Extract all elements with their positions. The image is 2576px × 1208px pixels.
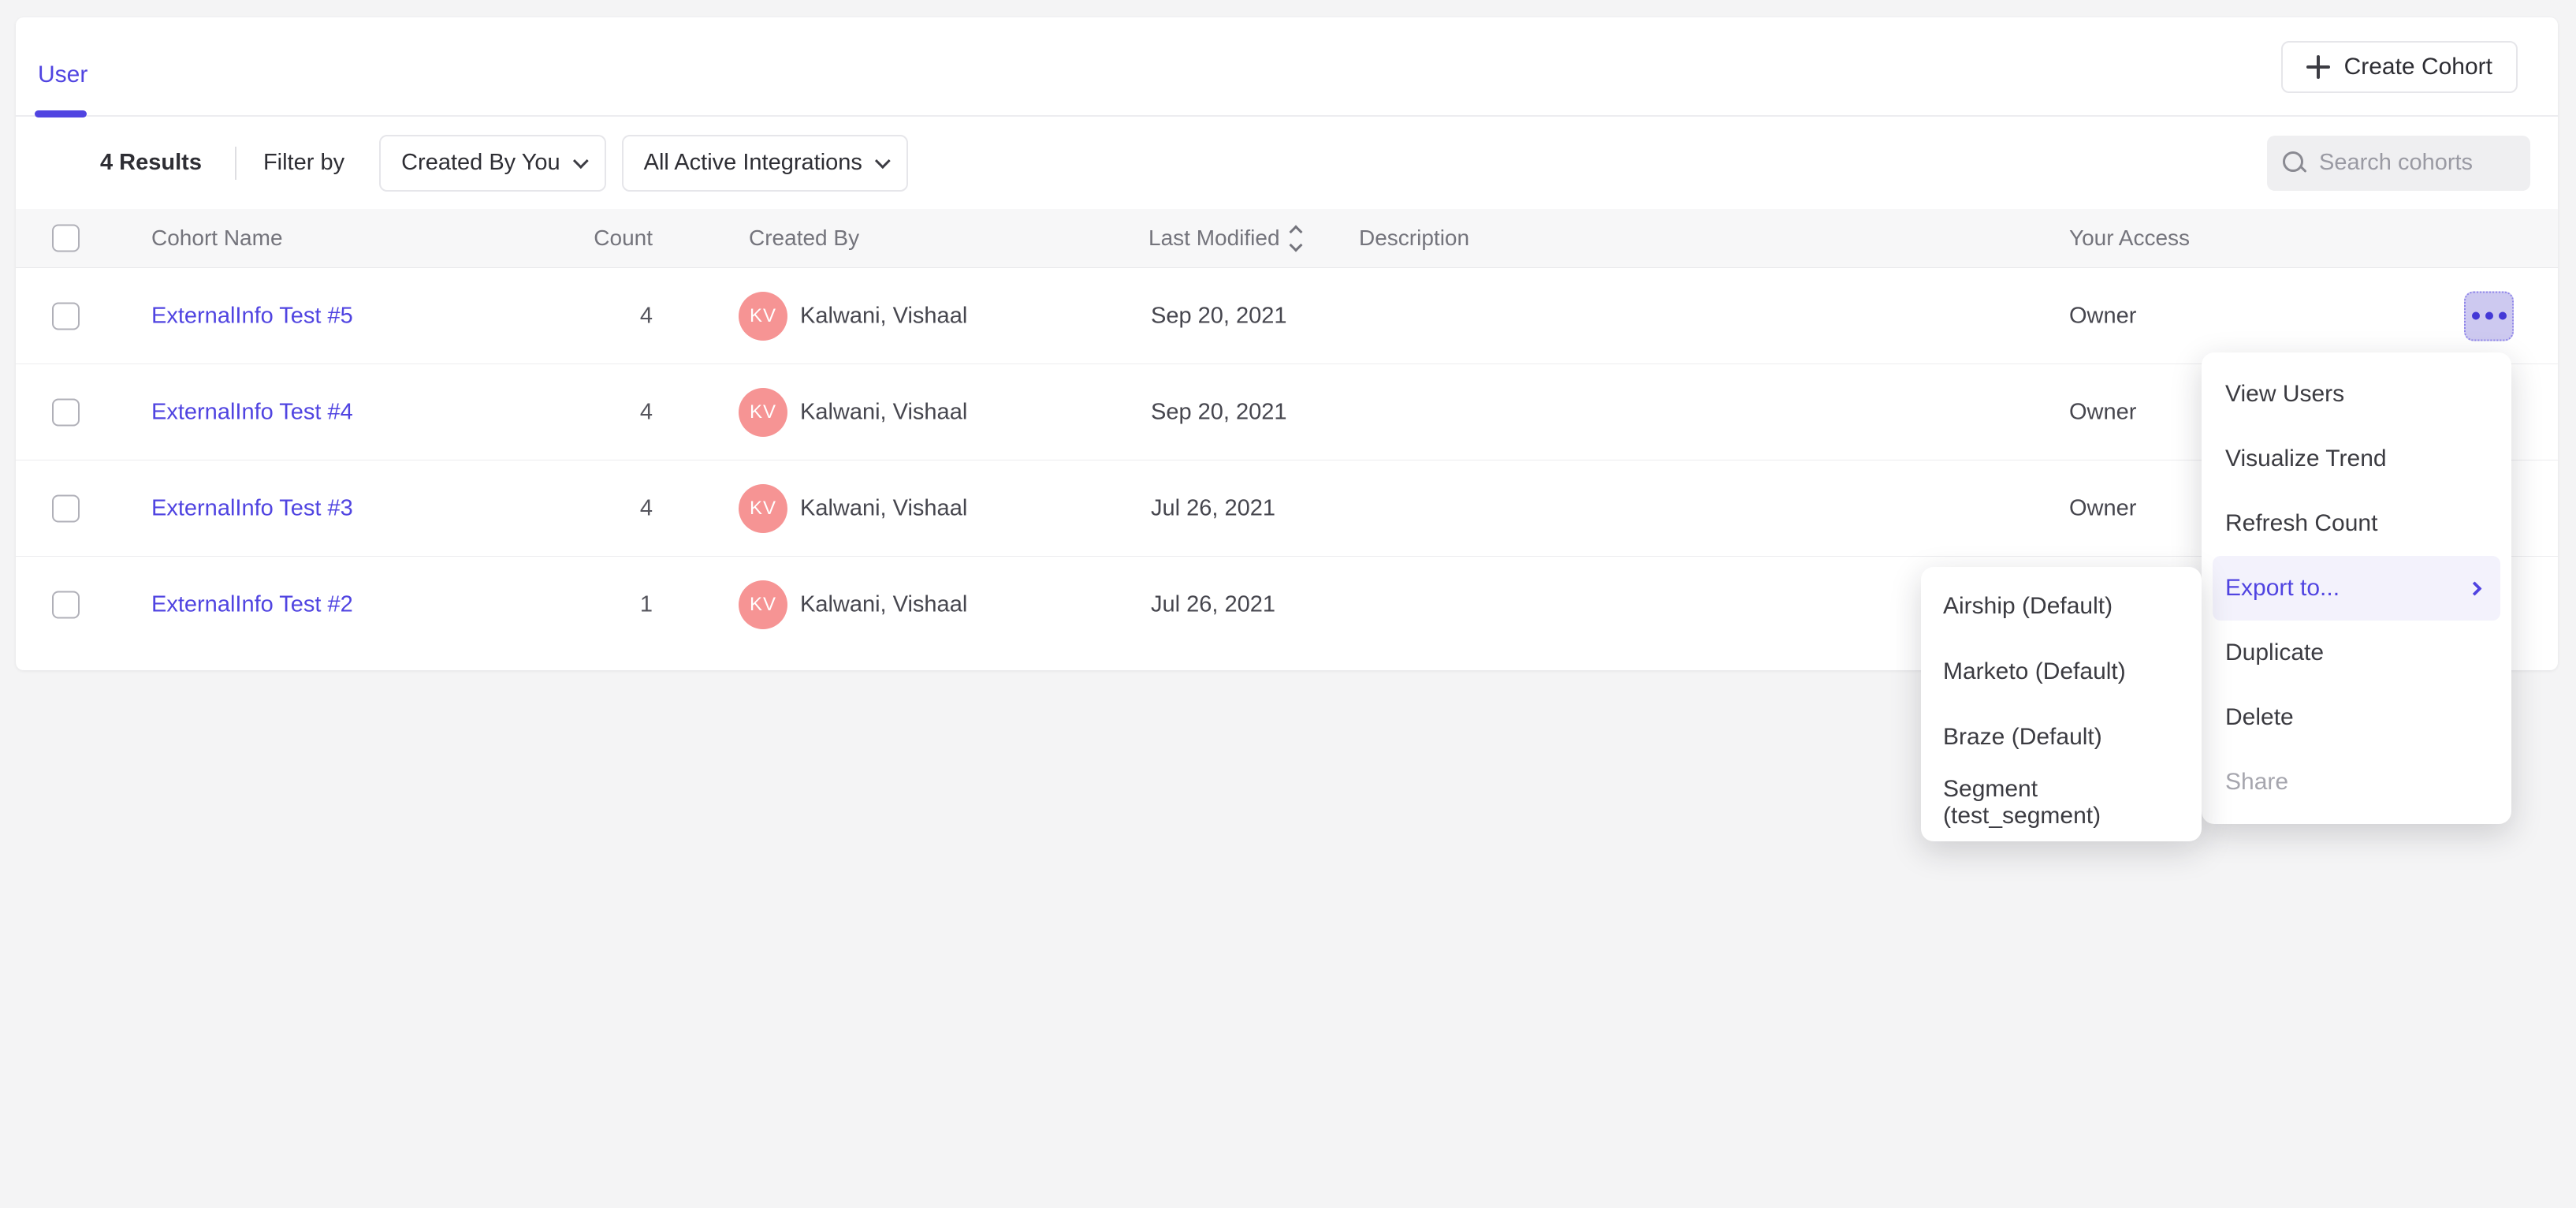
search-input[interactable] bbox=[2319, 150, 2576, 176]
create-cohort-button[interactable]: Create Cohort bbox=[2281, 41, 2518, 93]
export-submenu: Airship (Default) Marketo (Default) Braz… bbox=[1921, 567, 2202, 841]
submenu-item-braze[interactable]: Braze (Default) bbox=[1921, 704, 2202, 770]
last-modified-date: Sep 20, 2021 bbox=[1151, 303, 1287, 329]
cohort-name-link[interactable]: ExternalInfo Test #3 bbox=[151, 495, 353, 521]
cohort-name-link[interactable]: ExternalInfo Test #4 bbox=[151, 399, 353, 425]
cohort-context-menu: View Users Visualize Trend Refresh Count… bbox=[2202, 352, 2511, 824]
cohort-name-link[interactable]: ExternalInfo Test #5 bbox=[151, 303, 353, 329]
avatar: KV bbox=[739, 292, 787, 341]
results-count: 4 Results bbox=[100, 150, 202, 176]
creator-name: Kalwani, Vishaal bbox=[800, 303, 967, 329]
menu-item-export-to[interactable]: Export to... bbox=[2213, 556, 2500, 621]
creator-name: Kalwani, Vishaal bbox=[800, 592, 967, 618]
column-header-created-by: Created By bbox=[749, 226, 859, 251]
last-modified-date: Sep 20, 2021 bbox=[1151, 399, 1287, 425]
row-checkbox[interactable] bbox=[52, 494, 80, 522]
row-checkbox[interactable] bbox=[52, 398, 80, 426]
column-header-your-access: Your Access bbox=[2069, 226, 2190, 251]
table-row: ExternalInfo Test #5 4 KV Kalwani, Visha… bbox=[16, 268, 2558, 364]
avatar: KV bbox=[739, 484, 787, 533]
last-modified-label: Last Modified bbox=[1148, 226, 1280, 251]
column-header-count: Count bbox=[489, 226, 653, 251]
toolbar-divider bbox=[235, 147, 236, 180]
cohort-name-link[interactable]: ExternalInfo Test #2 bbox=[151, 592, 353, 618]
chevron-down-icon bbox=[573, 153, 589, 169]
row-checkbox[interactable] bbox=[52, 302, 80, 330]
cohort-count: 4 bbox=[489, 495, 653, 521]
submenu-item-marketo[interactable]: Marketo (Default) bbox=[1921, 639, 2202, 704]
access-level: Owner bbox=[2069, 399, 2136, 425]
plus-icon bbox=[2306, 55, 2330, 79]
search-icon bbox=[2283, 151, 2306, 175]
search-cohorts-box[interactable] bbox=[2267, 136, 2530, 191]
table-row: ExternalInfo Test #3 4 KV Kalwani, Visha… bbox=[16, 460, 2558, 557]
integrations-filter-dropdown[interactable]: All Active Integrations bbox=[622, 135, 908, 192]
export-to-label: Export to... bbox=[2225, 575, 2340, 602]
create-cohort-label: Create Cohort bbox=[2344, 54, 2492, 80]
column-header-description: Description bbox=[1359, 226, 1469, 251]
table-row: ExternalInfo Test #4 4 KV Kalwani, Visha… bbox=[16, 364, 2558, 460]
cohort-count: 1 bbox=[489, 592, 653, 618]
submenu-item-segment[interactable]: Segment (test_segment) bbox=[1921, 770, 2202, 835]
last-modified-date: Jul 26, 2021 bbox=[1151, 495, 1275, 521]
menu-item-visualize-trend[interactable]: Visualize Trend bbox=[2202, 427, 2511, 491]
last-modified-date: Jul 26, 2021 bbox=[1151, 592, 1275, 618]
column-header-cohort-name: Cohort Name bbox=[151, 226, 283, 251]
more-options-button[interactable] bbox=[2464, 291, 2514, 341]
chevron-down-icon bbox=[875, 153, 891, 169]
submenu-item-airship[interactable]: Airship (Default) bbox=[1921, 573, 2202, 639]
menu-item-delete[interactable]: Delete bbox=[2202, 685, 2511, 750]
toolbar: 4 Results Filter by Created By You All A… bbox=[16, 117, 2558, 209]
created-by-filter-dropdown[interactable]: Created By You bbox=[379, 135, 606, 192]
menu-item-share: Share bbox=[2202, 750, 2511, 815]
table-header: Cohort Name Count Created By Last Modifi… bbox=[16, 209, 2558, 268]
column-header-last-modified[interactable]: Last Modified bbox=[1148, 226, 1301, 251]
access-level: Owner bbox=[2069, 303, 2136, 329]
access-level: Owner bbox=[2069, 495, 2136, 521]
menu-item-refresh-count[interactable]: Refresh Count bbox=[2202, 491, 2511, 556]
creator-name: Kalwani, Vishaal bbox=[800, 399, 967, 425]
menu-item-view-users[interactable]: View Users bbox=[2202, 362, 2511, 427]
integrations-filter-value: All Active Integrations bbox=[644, 150, 862, 176]
menu-item-duplicate[interactable]: Duplicate bbox=[2202, 621, 2511, 685]
row-checkbox[interactable] bbox=[52, 591, 80, 619]
tab-bar: User Create Cohort bbox=[16, 17, 2558, 117]
avatar: KV bbox=[739, 388, 787, 437]
select-all-checkbox[interactable] bbox=[52, 225, 80, 252]
tab-user[interactable]: User bbox=[38, 62, 87, 88]
avatar: KV bbox=[739, 580, 787, 629]
filter-by-label: Filter by bbox=[263, 150, 344, 176]
created-by-filter-value: Created By You bbox=[401, 150, 560, 176]
cohort-count: 4 bbox=[489, 399, 653, 425]
more-options-icon bbox=[2472, 312, 2507, 320]
creator-name: Kalwani, Vishaal bbox=[800, 495, 967, 521]
tab-user-label: User bbox=[38, 62, 87, 88]
cohort-count: 4 bbox=[489, 303, 653, 329]
chevron-right-icon bbox=[2467, 581, 2481, 595]
sort-icon bbox=[1291, 227, 1301, 250]
